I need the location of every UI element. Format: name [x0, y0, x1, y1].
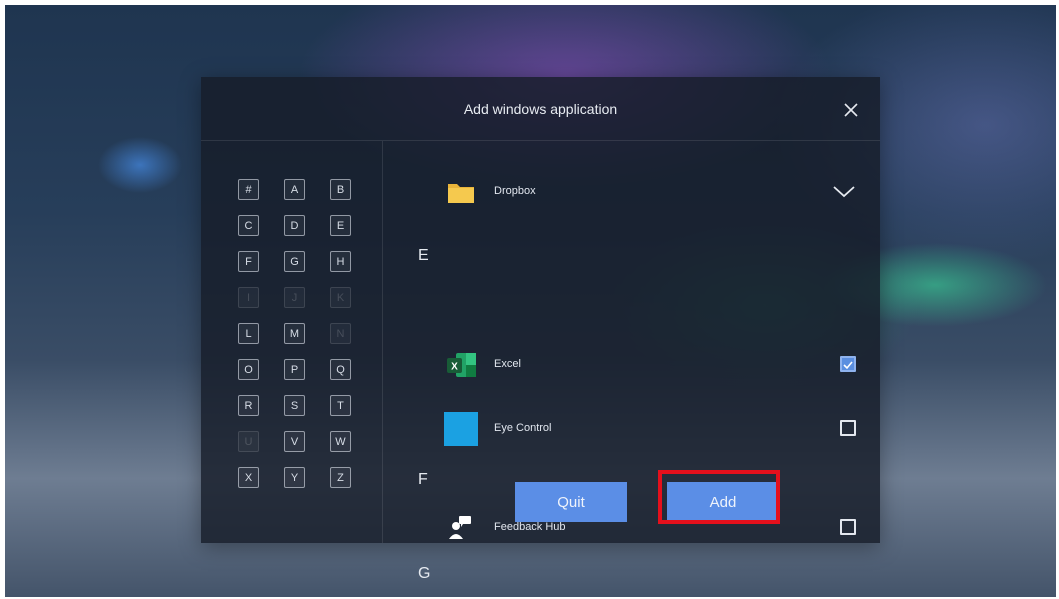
excel-checkbox[interactable] [840, 356, 856, 372]
eye-control-icon [444, 412, 478, 446]
alphabet-letter-p[interactable]: P [284, 359, 305, 380]
app-name: Excel [494, 358, 521, 370]
alphabet-letter-r[interactable]: R [238, 395, 259, 416]
alphabet-letter-f[interactable]: F [238, 251, 259, 272]
alphabet-letter-m[interactable]: M [284, 323, 305, 344]
list-item-feedback-hub[interactable]: Feedback Hub [384, 505, 880, 549]
alphabet-grid: # A B C D E F G H I J K L M N O P Q R S T U V W X Y Z [238, 179, 351, 488]
alphabet-letter-y[interactable]: Y [284, 467, 305, 488]
close-icon[interactable] [842, 101, 860, 119]
desktop-background: Add windows application # A B C D E F G H I J K L M N O… [5, 5, 1056, 597]
alphabet-letter-i: I [238, 287, 259, 308]
group-header-g: G [418, 565, 431, 582]
chevron-down-icon[interactable] [832, 183, 856, 199]
alphabet-letter-w[interactable]: W [330, 431, 351, 452]
application-list: Dropbox E X Excel Eye Control F Feedback Hub… [384, 141, 880, 582]
alphabet-letter-hash[interactable]: # [238, 179, 259, 200]
dialog-title: Add windows application [463, 101, 618, 117]
alphabet-letter-b[interactable]: B [330, 179, 351, 200]
alphabet-letter-o[interactable]: O [238, 359, 259, 380]
alphabet-letter-q[interactable]: Q [330, 359, 351, 380]
alphabet-letter-n: N [330, 323, 351, 344]
feedback-hub-checkbox[interactable] [840, 519, 856, 535]
alphabet-letter-v[interactable]: V [284, 431, 305, 452]
alphabet-letter-a[interactable]: A [284, 179, 305, 200]
list-item-dropbox[interactable]: Dropbox [384, 169, 880, 213]
alphabet-index-panel: # A B C D E F G H I J K L M N O P Q R S T U V W X Y Z [201, 141, 383, 543]
add-button[interactable]: Add [667, 482, 779, 522]
close-icon-glyph [844, 103, 858, 117]
alphabet-letter-j: J [284, 287, 305, 308]
group-header-e: E [418, 247, 429, 264]
alphabet-letter-l[interactable]: L [238, 323, 259, 344]
eye-control-checkbox[interactable] [840, 420, 856, 436]
group-header-f: F [418, 471, 428, 488]
alphabet-letter-h[interactable]: H [330, 251, 351, 272]
alphabet-letter-e[interactable]: E [330, 215, 351, 236]
app-name: Eye Control [494, 422, 552, 434]
list-item-eye-control[interactable]: Eye Control [384, 406, 880, 450]
svg-text:X: X [451, 362, 458, 373]
checkmark-icon [843, 361, 853, 370]
app-name: Dropbox [494, 185, 536, 197]
app-name: Feedback Hub [494, 521, 566, 533]
alphabet-letter-g[interactable]: G [284, 251, 305, 272]
excel-icon: X [444, 348, 478, 382]
alphabet-letter-c[interactable]: C [238, 215, 259, 236]
alphabet-letter-s[interactable]: S [284, 395, 305, 416]
folder-icon [444, 175, 478, 209]
list-item-excel[interactable]: X Excel [384, 342, 880, 386]
alphabet-letter-d[interactable]: D [284, 215, 305, 236]
quit-button[interactable]: Quit [515, 482, 627, 522]
alphabet-letter-x[interactable]: X [238, 467, 259, 488]
add-application-dialog: Add windows application # A B C D E F G H I J K L M N O… [201, 77, 880, 582]
alphabet-letter-t[interactable]: T [330, 395, 351, 416]
feedback-hub-icon [444, 511, 478, 545]
alphabet-letter-u: U [238, 431, 259, 452]
dialog-header: Add windows application [201, 77, 880, 141]
alphabet-letter-k: K [330, 287, 351, 308]
alphabet-letter-z[interactable]: Z [330, 467, 351, 488]
